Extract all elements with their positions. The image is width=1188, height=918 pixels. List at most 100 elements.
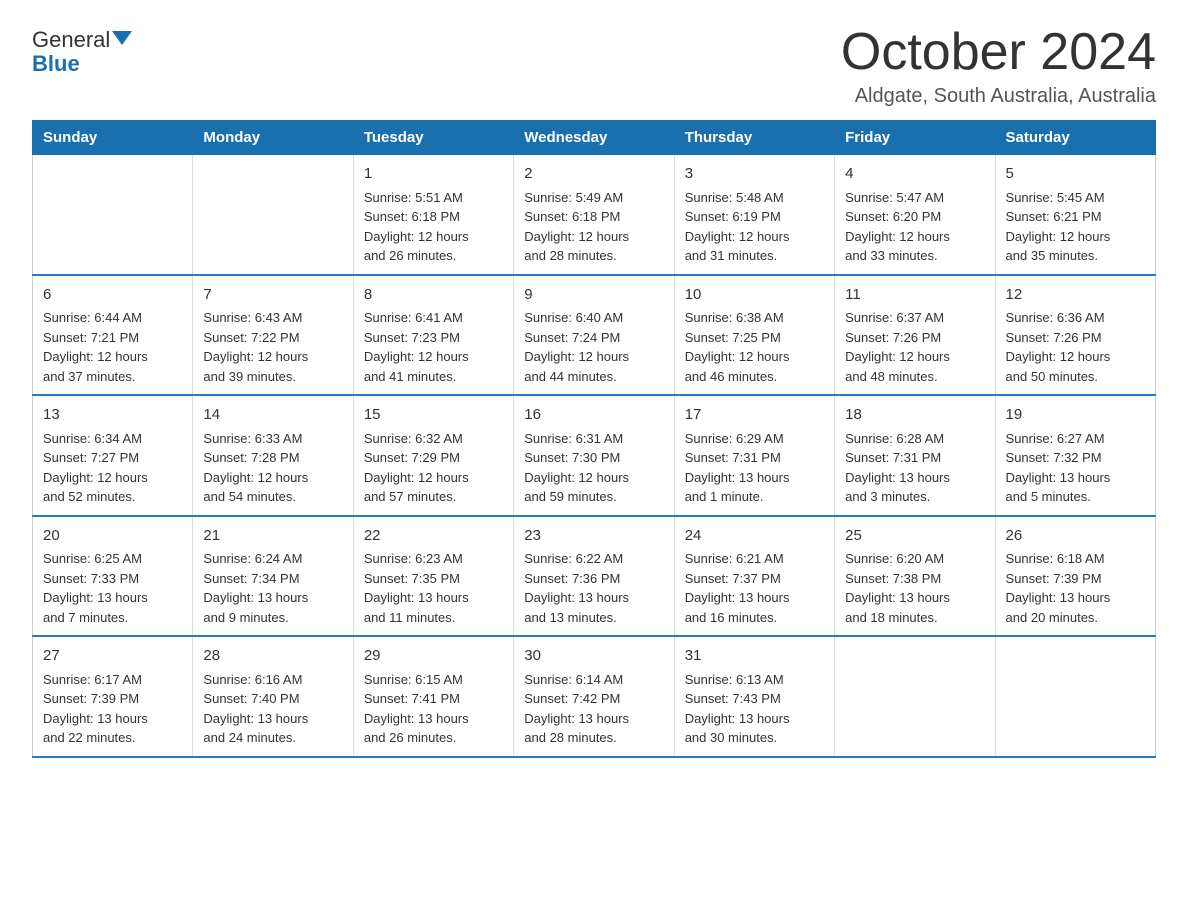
calendar-week-row: 20Sunrise: 6:25 AM Sunset: 7:33 PM Dayli…	[33, 516, 1156, 637]
table-row	[995, 636, 1155, 757]
day-number: 16	[524, 404, 663, 427]
day-number: 20	[43, 525, 182, 548]
day-number: 18	[845, 404, 984, 427]
table-row: 17Sunrise: 6:29 AM Sunset: 7:31 PM Dayli…	[674, 395, 834, 516]
day-detail: Sunrise: 6:15 AM Sunset: 7:41 PM Dayligh…	[364, 670, 503, 748]
location-subtitle: Aldgate, South Australia, Australia	[841, 85, 1156, 108]
table-row: 4Sunrise: 5:47 AM Sunset: 6:20 PM Daylig…	[835, 155, 995, 275]
day-detail: Sunrise: 6:23 AM Sunset: 7:35 PM Dayligh…	[364, 549, 503, 627]
table-row: 26Sunrise: 6:18 AM Sunset: 7:39 PM Dayli…	[995, 516, 1155, 637]
table-row: 24Sunrise: 6:21 AM Sunset: 7:37 PM Dayli…	[674, 516, 834, 637]
table-row: 9Sunrise: 6:40 AM Sunset: 7:24 PM Daylig…	[514, 275, 674, 396]
table-row: 16Sunrise: 6:31 AM Sunset: 7:30 PM Dayli…	[514, 395, 674, 516]
day-detail: Sunrise: 6:31 AM Sunset: 7:30 PM Dayligh…	[524, 429, 663, 507]
table-row	[33, 155, 193, 275]
day-detail: Sunrise: 6:21 AM Sunset: 7:37 PM Dayligh…	[685, 549, 824, 627]
table-row: 29Sunrise: 6:15 AM Sunset: 7:41 PM Dayli…	[353, 636, 513, 757]
table-row: 8Sunrise: 6:41 AM Sunset: 7:23 PM Daylig…	[353, 275, 513, 396]
day-detail: Sunrise: 6:33 AM Sunset: 7:28 PM Dayligh…	[203, 429, 342, 507]
calendar-week-row: 1Sunrise: 5:51 AM Sunset: 6:18 PM Daylig…	[33, 155, 1156, 275]
day-number: 7	[203, 284, 342, 307]
table-row: 12Sunrise: 6:36 AM Sunset: 7:26 PM Dayli…	[995, 275, 1155, 396]
day-detail: Sunrise: 6:43 AM Sunset: 7:22 PM Dayligh…	[203, 308, 342, 386]
col-monday: Monday	[193, 121, 353, 155]
day-number: 19	[1006, 404, 1145, 427]
table-row: 30Sunrise: 6:14 AM Sunset: 7:42 PM Dayli…	[514, 636, 674, 757]
table-row: 31Sunrise: 6:13 AM Sunset: 7:43 PM Dayli…	[674, 636, 834, 757]
table-row: 25Sunrise: 6:20 AM Sunset: 7:38 PM Dayli…	[835, 516, 995, 637]
day-detail: Sunrise: 5:51 AM Sunset: 6:18 PM Dayligh…	[364, 188, 503, 266]
day-number: 22	[364, 525, 503, 548]
day-number: 31	[685, 645, 824, 668]
day-number: 8	[364, 284, 503, 307]
col-saturday: Saturday	[995, 121, 1155, 155]
day-detail: Sunrise: 6:20 AM Sunset: 7:38 PM Dayligh…	[845, 549, 984, 627]
day-number: 30	[524, 645, 663, 668]
day-detail: Sunrise: 6:27 AM Sunset: 7:32 PM Dayligh…	[1006, 429, 1145, 507]
day-detail: Sunrise: 5:45 AM Sunset: 6:21 PM Dayligh…	[1006, 188, 1145, 266]
day-detail: Sunrise: 5:47 AM Sunset: 6:20 PM Dayligh…	[845, 188, 984, 266]
logo-general: General	[32, 28, 110, 52]
table-row: 11Sunrise: 6:37 AM Sunset: 7:26 PM Dayli…	[835, 275, 995, 396]
day-detail: Sunrise: 6:14 AM Sunset: 7:42 PM Dayligh…	[524, 670, 663, 748]
table-row: 6Sunrise: 6:44 AM Sunset: 7:21 PM Daylig…	[33, 275, 193, 396]
day-number: 29	[364, 645, 503, 668]
calendar-week-row: 6Sunrise: 6:44 AM Sunset: 7:21 PM Daylig…	[33, 275, 1156, 396]
logo-blue: Blue	[32, 52, 80, 76]
day-number: 15	[364, 404, 503, 427]
col-wednesday: Wednesday	[514, 121, 674, 155]
table-row: 1Sunrise: 5:51 AM Sunset: 6:18 PM Daylig…	[353, 155, 513, 275]
calendar-week-row: 27Sunrise: 6:17 AM Sunset: 7:39 PM Dayli…	[33, 636, 1156, 757]
day-number: 28	[203, 645, 342, 668]
day-number: 27	[43, 645, 182, 668]
table-row: 28Sunrise: 6:16 AM Sunset: 7:40 PM Dayli…	[193, 636, 353, 757]
table-row: 2Sunrise: 5:49 AM Sunset: 6:18 PM Daylig…	[514, 155, 674, 275]
logo-triangle-icon	[112, 31, 132, 45]
table-row	[193, 155, 353, 275]
day-number: 4	[845, 163, 984, 186]
day-detail: Sunrise: 5:49 AM Sunset: 6:18 PM Dayligh…	[524, 188, 663, 266]
day-number: 17	[685, 404, 824, 427]
day-number: 6	[43, 284, 182, 307]
day-number: 14	[203, 404, 342, 427]
day-detail: Sunrise: 6:22 AM Sunset: 7:36 PM Dayligh…	[524, 549, 663, 627]
title-block: October 2024 Aldgate, South Australia, A…	[841, 24, 1156, 108]
col-thursday: Thursday	[674, 121, 834, 155]
day-detail: Sunrise: 5:48 AM Sunset: 6:19 PM Dayligh…	[685, 188, 824, 266]
day-detail: Sunrise: 6:17 AM Sunset: 7:39 PM Dayligh…	[43, 670, 182, 748]
logo: General Blue	[32, 28, 132, 76]
day-detail: Sunrise: 6:25 AM Sunset: 7:33 PM Dayligh…	[43, 549, 182, 627]
table-row: 20Sunrise: 6:25 AM Sunset: 7:33 PM Dayli…	[33, 516, 193, 637]
month-title: October 2024	[841, 24, 1156, 81]
day-number: 2	[524, 163, 663, 186]
calendar-header-row: Sunday Monday Tuesday Wednesday Thursday…	[33, 121, 1156, 155]
day-detail: Sunrise: 6:32 AM Sunset: 7:29 PM Dayligh…	[364, 429, 503, 507]
page-header: General Blue October 2024 Aldgate, South…	[32, 24, 1156, 108]
day-detail: Sunrise: 6:29 AM Sunset: 7:31 PM Dayligh…	[685, 429, 824, 507]
table-row: 3Sunrise: 5:48 AM Sunset: 6:19 PM Daylig…	[674, 155, 834, 275]
calendar-table: Sunday Monday Tuesday Wednesday Thursday…	[32, 120, 1156, 758]
day-number: 26	[1006, 525, 1145, 548]
day-number: 1	[364, 163, 503, 186]
table-row: 10Sunrise: 6:38 AM Sunset: 7:25 PM Dayli…	[674, 275, 834, 396]
day-detail: Sunrise: 6:36 AM Sunset: 7:26 PM Dayligh…	[1006, 308, 1145, 386]
day-number: 10	[685, 284, 824, 307]
day-detail: Sunrise: 6:44 AM Sunset: 7:21 PM Dayligh…	[43, 308, 182, 386]
table-row: 18Sunrise: 6:28 AM Sunset: 7:31 PM Dayli…	[835, 395, 995, 516]
day-detail: Sunrise: 6:41 AM Sunset: 7:23 PM Dayligh…	[364, 308, 503, 386]
table-row: 23Sunrise: 6:22 AM Sunset: 7:36 PM Dayli…	[514, 516, 674, 637]
day-detail: Sunrise: 6:37 AM Sunset: 7:26 PM Dayligh…	[845, 308, 984, 386]
table-row	[835, 636, 995, 757]
day-number: 25	[845, 525, 984, 548]
table-row: 7Sunrise: 6:43 AM Sunset: 7:22 PM Daylig…	[193, 275, 353, 396]
table-row: 21Sunrise: 6:24 AM Sunset: 7:34 PM Dayli…	[193, 516, 353, 637]
table-row: 15Sunrise: 6:32 AM Sunset: 7:29 PM Dayli…	[353, 395, 513, 516]
day-detail: Sunrise: 6:40 AM Sunset: 7:24 PM Dayligh…	[524, 308, 663, 386]
table-row: 5Sunrise: 5:45 AM Sunset: 6:21 PM Daylig…	[995, 155, 1155, 275]
table-row: 19Sunrise: 6:27 AM Sunset: 7:32 PM Dayli…	[995, 395, 1155, 516]
day-detail: Sunrise: 6:28 AM Sunset: 7:31 PM Dayligh…	[845, 429, 984, 507]
day-number: 11	[845, 284, 984, 307]
table-row: 14Sunrise: 6:33 AM Sunset: 7:28 PM Dayli…	[193, 395, 353, 516]
day-detail: Sunrise: 6:13 AM Sunset: 7:43 PM Dayligh…	[685, 670, 824, 748]
day-number: 24	[685, 525, 824, 548]
